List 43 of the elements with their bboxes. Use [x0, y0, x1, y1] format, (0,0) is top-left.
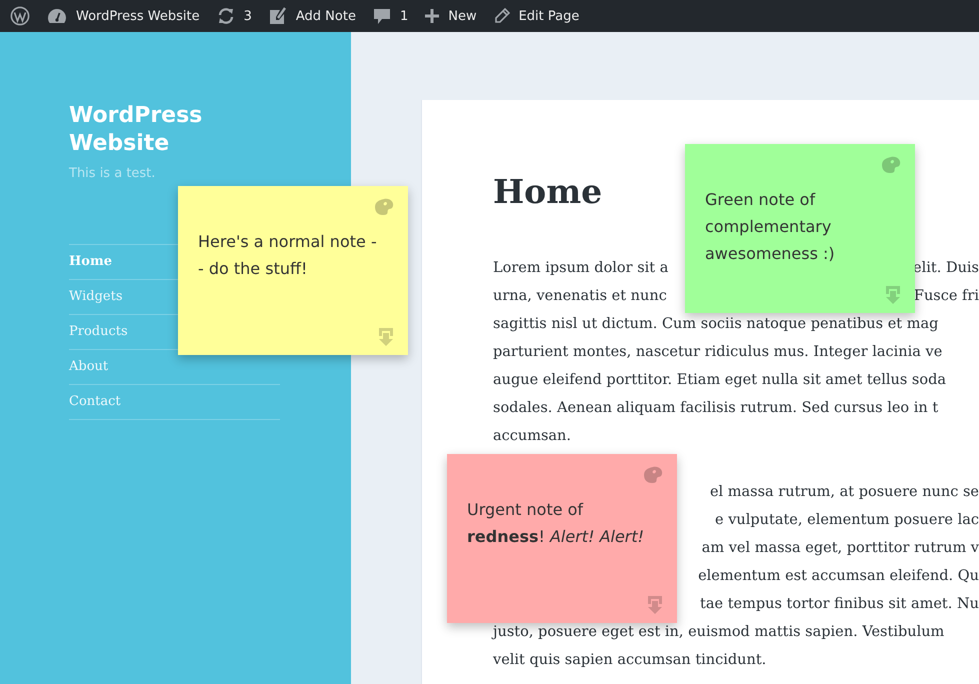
site-tagline: This is a test.	[69, 166, 156, 181]
admin-bar-link[interactable]: Add Note	[268, 7, 356, 25]
paragraph-text: parturient montes, nascetur ridiculus mus. Integer lacinia ve	[493, 344, 942, 360]
gauge-icon	[47, 8, 67, 24]
comment-icon	[372, 7, 391, 25]
paragraph-text: am vel massa eget, porttitor rutrum v	[702, 540, 979, 556]
download-icon[interactable]	[647, 595, 663, 615]
note-text: Here's a normal note - - do the stuff!	[198, 231, 378, 280]
pencil-icon	[494, 8, 510, 24]
palette-icon[interactable]	[881, 156, 901, 174]
paragraph-text: el massa rutrum, at posuere nunc se	[710, 484, 979, 500]
note-icon	[268, 7, 287, 25]
paragraph-text: accumsan.	[493, 428, 572, 444]
paragraph-text: velit quis sapien accumsan tincidunt.	[493, 652, 766, 668]
paragraph-text: augue eleifend porttitor. Etiam eget nulla sit amet tellus soda	[493, 372, 946, 388]
palette-icon[interactable]	[643, 466, 663, 484]
paragraph-text: Lorem ipsum dolor sit a	[493, 260, 668, 276]
admin-bar-link[interactable]: 1	[372, 7, 408, 25]
logo-button[interactable]	[10, 6, 30, 26]
admin-bar-link[interactable]: New	[425, 8, 477, 24]
paragraph-text: e vulputate, elementum posuere lac	[715, 512, 979, 528]
admin-bar-link[interactable]: Edit Page	[494, 8, 580, 24]
paragraph-text: Fusce fri	[914, 288, 979, 304]
plus-icon	[425, 9, 440, 23]
admin-bar-link[interactable]: 3	[216, 7, 252, 25]
paragraph-text: elementum est accumsan eleifend. Qu	[698, 568, 979, 584]
paragraph-text: justo, posuere eget est in, euismod mattis sapien. Vestibulum	[493, 624, 944, 640]
page-title: Home	[493, 171, 602, 213]
note-text: Urgent note of redness! Alert! Alert!	[467, 499, 646, 548]
logo-icon	[10, 6, 30, 26]
admin-bar-link[interactable]: WordPress Website	[47, 8, 200, 24]
paragraph-text: sagittis nisl ut dictum. Cum sociis natoque penatibus et mag	[493, 316, 938, 332]
paragraph-text: urna, venenatis et nunc	[493, 288, 667, 304]
sticky-note[interactable]: Green note of complementary awesomeness :)	[685, 144, 915, 313]
download-icon[interactable]	[378, 327, 394, 347]
sticky-note[interactable]: Urgent note of redness! Alert! Alert!	[447, 454, 677, 623]
paragraph-text: tae tempus tortor finibus sit amet. Nu	[700, 596, 979, 612]
refresh-icon	[216, 7, 235, 25]
palette-icon[interactable]	[374, 198, 394, 216]
download-icon[interactable]	[885, 285, 901, 305]
sticky-note[interactable]: Here's a normal note - - do the stuff!	[178, 186, 408, 355]
paragraph-text: sodales. Aenean aliquam facilisis rutrum. Sed cursus leo in t	[493, 400, 938, 416]
note-text: Green note of complementary awesomeness :)	[705, 189, 836, 265]
